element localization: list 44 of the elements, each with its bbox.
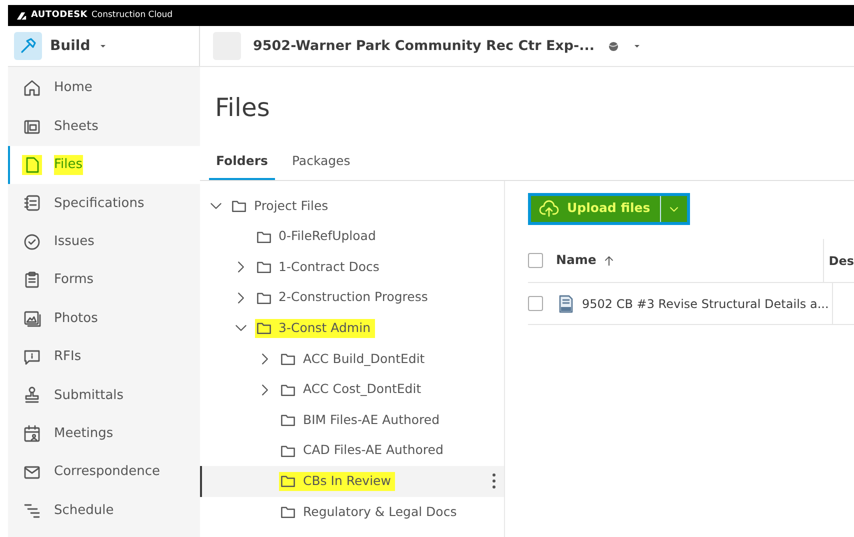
document-list-icon [22,193,42,214]
calendar-people-icon [22,424,42,444]
checkbox[interactable] [528,253,543,268]
sidebar-item[interactable]: Home [8,69,200,108]
sidebar-item[interactable]: Sheets [8,107,200,146]
folder-row[interactable]: 0-FileRefUpload [200,221,504,252]
logo-icon [16,10,27,20]
project-selector[interactable]: 9502-Warner Park Community Rec Ctr Exp-... [253,36,595,56]
page-title: Files [215,95,271,120]
folder-row[interactable]: 2-Construction Progress [200,282,504,314]
folder-row[interactable]: BIM Files-AE Authored [200,404,504,436]
folder-row[interactable]: Project Files [200,190,504,222]
product-name: Construction Cloud [91,9,173,22]
sidebar-item[interactable]: Schedule [8,491,200,530]
tab[interactable]: Packages [284,146,358,180]
photo-icon [22,308,42,329]
folder-row[interactable]: ACC Cost_DontEdit [200,374,504,405]
app-switcher[interactable]: Build [50,36,108,56]
file-name[interactable]: 9502 CB #3 Revise Structural Details a... [582,294,829,313]
folder-row[interactable]: CAD Files-AE Authored [200,436,504,466]
home-icon [22,78,42,98]
folder-row[interactable]: ACC Build_DontEdit [200,344,504,374]
folder-row[interactable]: 1-Contract Docs [200,252,504,283]
sidebar-item[interactable]: Submittals [8,376,200,415]
file-icon [22,154,42,175]
folder-row[interactable]: Regulatory & Legal Docs [200,496,504,528]
more-icon [492,473,496,490]
tab[interactable]: Folders [209,146,275,180]
sidebar-item[interactable]: Photos [8,299,200,338]
column-header[interactable]: Name [556,251,823,270]
column-header[interactable]: Des [822,238,854,283]
check-circle-icon [22,232,42,252]
sidebar-item[interactable]: Correspondence [8,452,200,492]
sidebar-item[interactable]: RFIs [8,338,200,376]
globe-icon [606,40,620,52]
sidebar-item[interactable]: Meetings [8,414,200,453]
brand-name: AUTODESK [31,8,88,22]
sidebar-item[interactable]: Specifications [8,184,200,223]
folder-row[interactable]: 3-Const Admin [200,313,504,344]
sidebar-item[interactable]: Forms [8,260,200,300]
folder-row[interactable]: CBs In Review [200,466,504,497]
cloud-upload-icon [539,198,559,219]
checkbox[interactable] [528,296,543,312]
sidebar-item[interactable]: Issues [8,222,200,261]
